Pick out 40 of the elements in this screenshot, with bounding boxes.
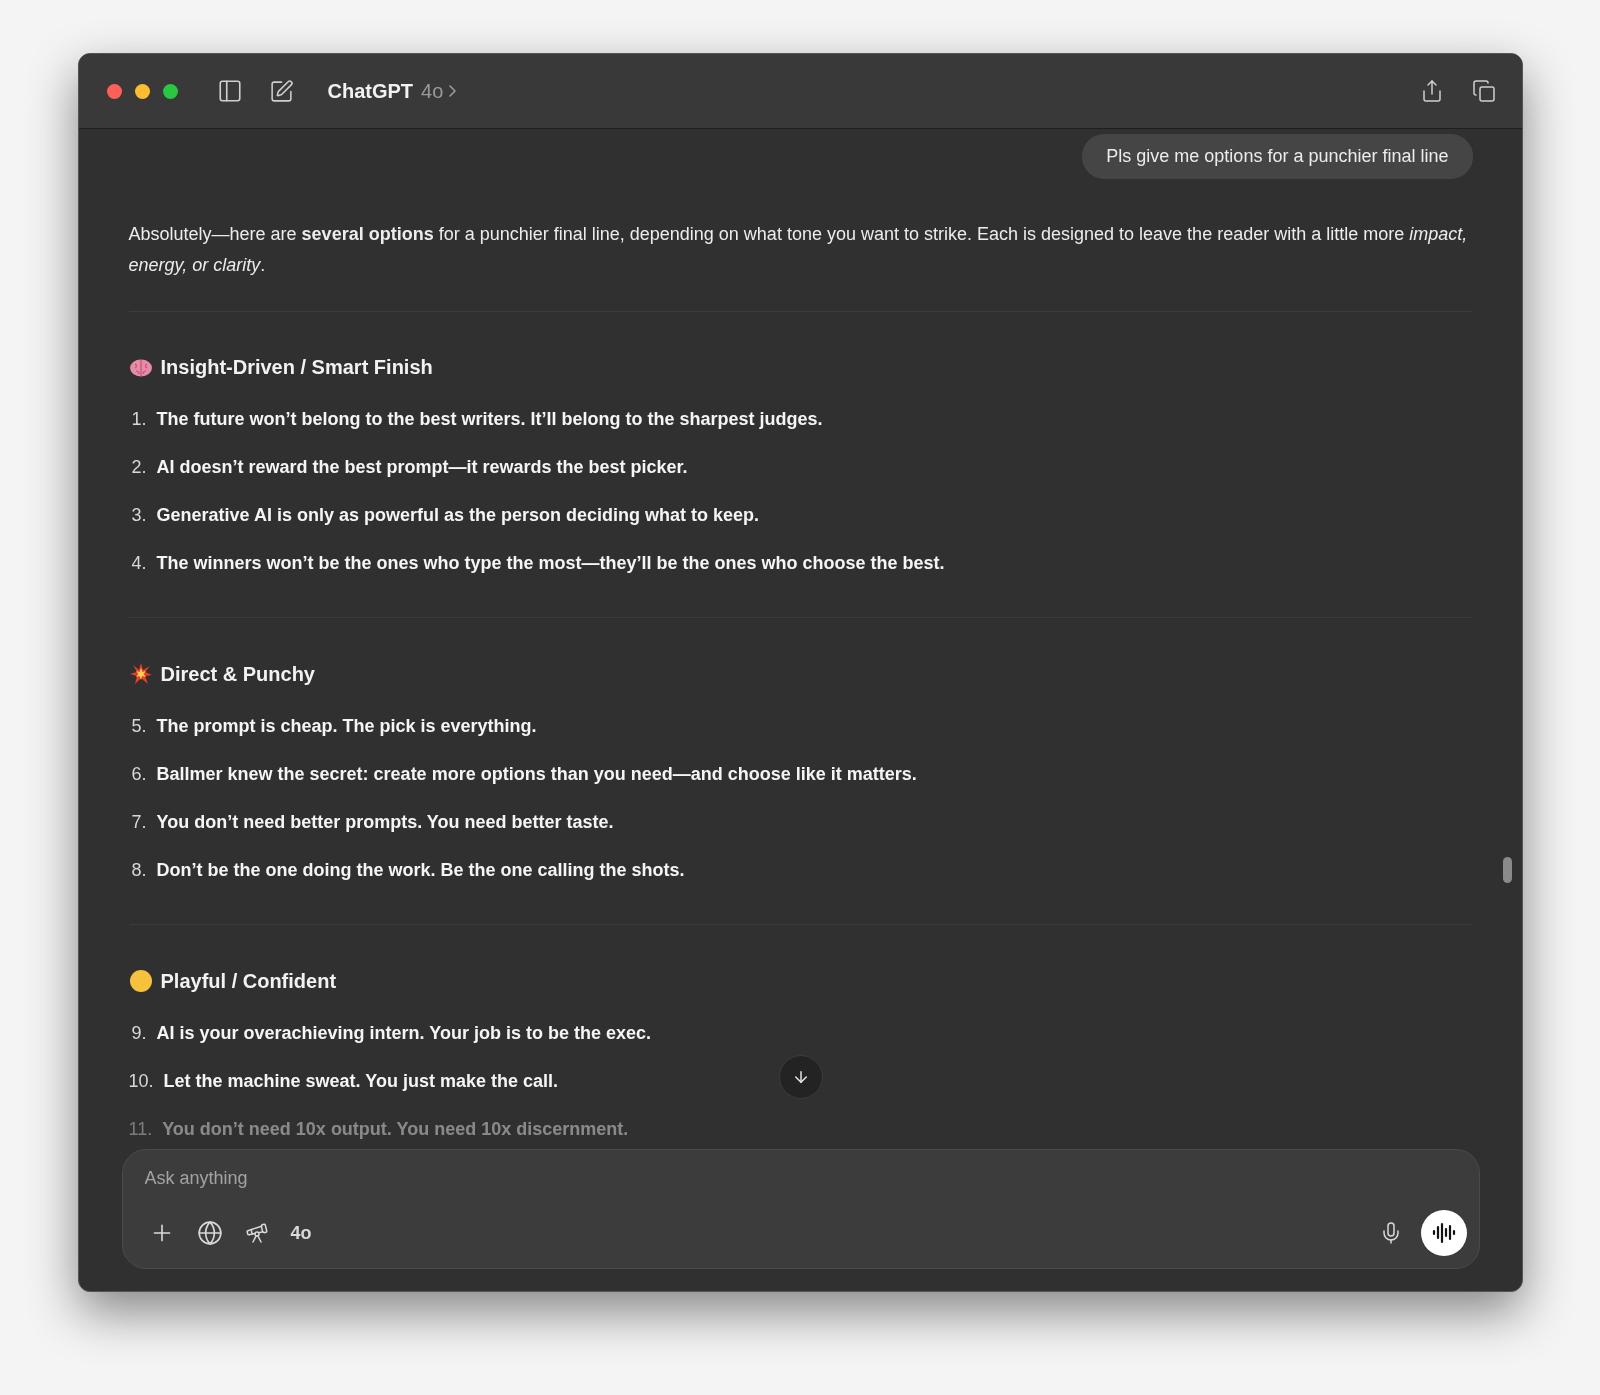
list-number: 11. xyxy=(128,1118,153,1141)
scrollbar-thumb[interactable] xyxy=(1502,857,1512,883)
list-number: 9. xyxy=(130,1022,147,1045)
list-number: 7. xyxy=(130,811,147,834)
section-heading: Playful / Confident xyxy=(160,969,337,993)
sound-wave-icon xyxy=(1431,1221,1456,1245)
zoom-button[interactable] xyxy=(162,83,178,99)
list-item: Generative AI is only as powerful as the person deciding what to keep. xyxy=(156,504,759,527)
list-number: 10. xyxy=(128,1070,154,1093)
section-heading: Direct & Punchy xyxy=(160,662,315,686)
list-number: 6. xyxy=(130,763,147,786)
list-number: 5. xyxy=(130,715,147,738)
list-item: Don’t be the one doing the work. Be the one calling the shots. xyxy=(156,859,685,882)
list-number: 3. xyxy=(130,504,147,527)
assistant-paragraph: Absolutely—here are several options for a punchier final line, depending on what tone you want to strike. Each is designed to leave the reader with a little more impact, energy, or clarity. xyxy=(128,223,1469,277)
model-button[interactable]: 4o xyxy=(286,1218,316,1248)
list-item: AI doesn’t reward the best prompt—it rewards the best picker. xyxy=(156,456,688,479)
list-item: You don’t need 10x output. You need 10x discernment. xyxy=(162,1118,629,1141)
list-number: 4. xyxy=(130,552,147,575)
scroll-down-button[interactable] xyxy=(778,1055,823,1099)
user-message: Pls give me options for a punchier final line xyxy=(1082,134,1473,179)
list-item: The winners won’t be the ones who type the most—they’ll be the ones who choose the best. xyxy=(156,552,945,575)
list-number: 8. xyxy=(130,859,147,882)
list-item: Ballmer knew the secret: create more options than you need—and choose like it matters. xyxy=(156,763,917,786)
close-button[interactable] xyxy=(106,83,122,99)
list-item: The prompt is cheap. The pick is everything. xyxy=(156,715,537,738)
voice-button[interactable] xyxy=(1420,1210,1467,1256)
section-heading: Insight-Driven / Smart Finish xyxy=(160,356,433,379)
list-item: You don’t need better prompts. You need better taste. xyxy=(156,811,614,834)
model-selector[interactable]: ChatGPT 4o xyxy=(327,79,457,103)
minimize-button[interactable] xyxy=(134,83,150,99)
emoji-icon xyxy=(128,969,153,993)
message-input[interactable]: Ask anything xyxy=(144,1168,1467,1189)
list-item: AI is your overachieving intern. Your job is to be the exec. xyxy=(156,1022,651,1045)
list-item: The future won’t belong to the best writers. It’ll belong to the sharpest judges. xyxy=(156,408,823,431)
brain-icon xyxy=(128,357,153,378)
chevron-icon xyxy=(449,85,457,97)
list-item: Let the machine sweat. You just make the call. xyxy=(163,1070,558,1093)
list-number: 1. xyxy=(130,408,147,431)
list-number: 2. xyxy=(130,456,147,479)
